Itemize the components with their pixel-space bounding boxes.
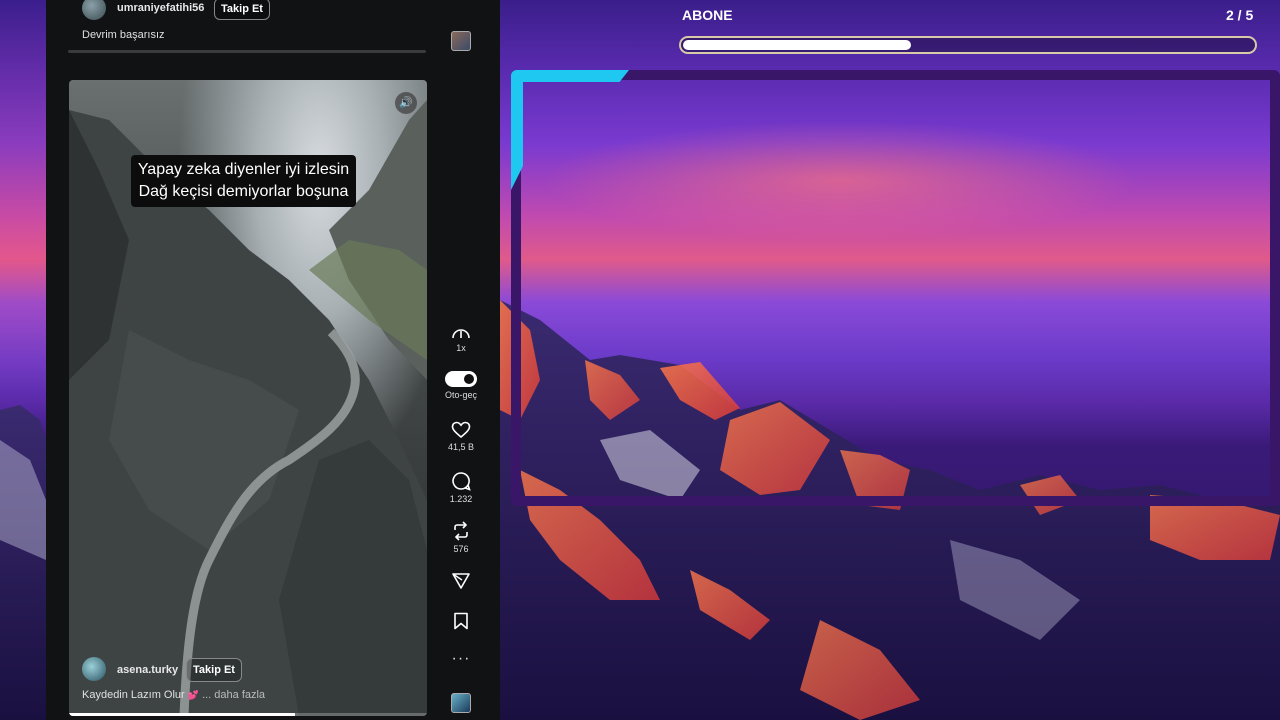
gauge-icon (452, 329, 470, 339)
video-progress-fill (69, 713, 295, 716)
overlay-line-1: Yapay zeka diyenler iyi izlesin (137, 161, 350, 178)
caption-emoji: 💕 (187, 690, 199, 700)
subscriber-goal-count: 2 / 5 (1226, 7, 1254, 23)
thumbnail-icon (451, 31, 471, 51)
follow-button[interactable]: Takip Et (214, 0, 270, 20)
speed-button[interactable]: 1x (438, 326, 484, 353)
heart-icon (451, 421, 471, 439)
more-icon: ··· (451, 650, 471, 667)
subscriber-goal-progress-bar (679, 36, 1257, 54)
author-follow-button[interactable]: Takip Et (186, 658, 242, 682)
repost-icon (454, 521, 468, 541)
action-rail: ··· 1x Oto-geç 41,5 B 1.232 (438, 0, 484, 720)
comment-button[interactable]: 1.232 (438, 471, 484, 504)
previous-thumbnail[interactable] (438, 31, 484, 51)
autoplay-label: Oto-geç (444, 390, 477, 400)
save-button[interactable] (438, 612, 484, 630)
author-username[interactable]: asena.turky (117, 664, 178, 676)
video-overlay-text: Yapay zeka diyenler iyi izlesin Dağ keçi… (131, 155, 356, 207)
likes-count: 41,5 B (447, 442, 475, 452)
frame-border (511, 70, 1280, 506)
speaker-icon[interactable]: 🔊 (395, 92, 417, 114)
video-caption-text: Kaydedin Lazım Olur (82, 689, 185, 701)
avatar[interactable] (82, 0, 106, 20)
previous-post-username[interactable]: umraniyefatihi56 (117, 2, 204, 14)
previous-post-caption: Devrim başarısız (82, 29, 165, 41)
video-player[interactable]: 🔊 Yapay zeka diyenler iyi izlesin Dağ ke… (69, 80, 427, 716)
more-link[interactable]: ... daha fazla (202, 689, 265, 701)
more-icon: ··· (438, 0, 484, 7)
wallpaper-left-strip (0, 0, 46, 720)
frame-accent-top (511, 70, 629, 82)
comments-count: 1.232 (449, 494, 473, 504)
like-button[interactable]: 41,5 B (438, 421, 484, 452)
bookmark-icon (454, 612, 468, 630)
comment-icon (452, 472, 471, 491)
subscriber-goal-label: ABONE (682, 7, 733, 23)
previous-post: umraniyefatihi56 Takip Et Devrim başarıs… (46, 0, 436, 54)
more-bottom-button[interactable]: ··· (438, 647, 484, 668)
post-divider (68, 50, 426, 53)
speed-label: 1x (456, 343, 466, 353)
video-caption: Kaydedin Lazım Olur 💕 ... daha fazla (82, 689, 265, 701)
share-button[interactable] (438, 572, 484, 590)
reels-feed-panel: umraniyefatihi56 Takip Et Devrim başarıs… (46, 0, 500, 720)
video-progress-bar[interactable] (69, 713, 427, 716)
stream-overlay-frame (511, 70, 1280, 506)
reposts-count: 576 (453, 544, 469, 554)
send-icon (452, 573, 470, 589)
more-top-button[interactable]: ··· (438, 0, 484, 7)
thumbnail-icon (451, 693, 471, 713)
next-thumbnail[interactable] (438, 693, 484, 713)
subscriber-goal-progress-fill (683, 40, 911, 50)
toggle-switch (445, 371, 477, 387)
author-avatar[interactable] (82, 657, 106, 681)
autoplay-toggle[interactable]: Oto-geç (438, 371, 484, 400)
overlay-line-2: Dağ keçisi demiyorlar boşuna (138, 183, 349, 200)
repost-button[interactable]: 576 (438, 521, 484, 554)
